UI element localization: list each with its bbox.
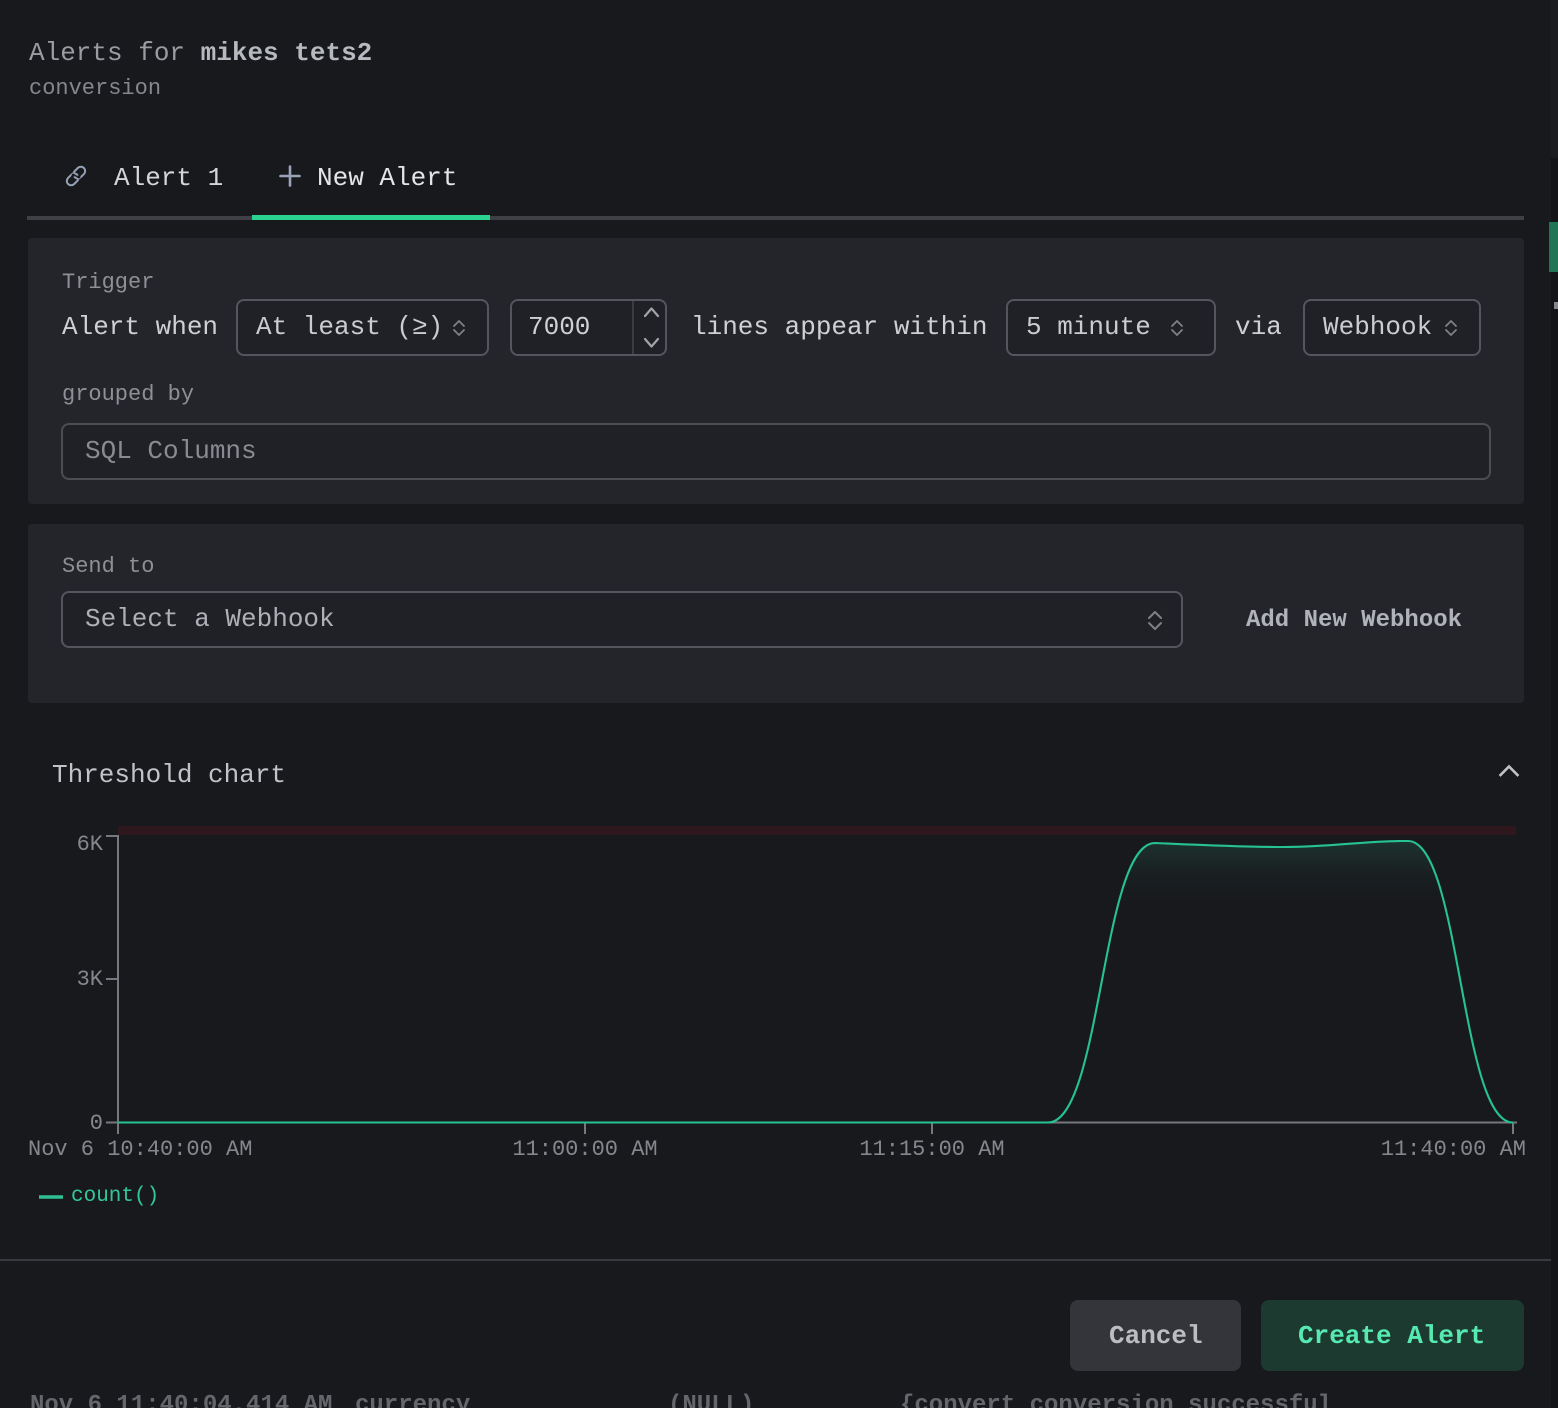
svg-text:Nov 6 10:40:00 AM: Nov 6 10:40:00 AM bbox=[28, 1137, 252, 1162]
svg-text:11:40:00 AM: 11:40:00 AM bbox=[1381, 1137, 1526, 1162]
svg-text:3K: 3K bbox=[77, 967, 104, 992]
svg-text:0: 0 bbox=[90, 1111, 103, 1136]
svg-text:11:15:00 AM: 11:15:00 AM bbox=[859, 1137, 1004, 1162]
svg-text:6K: 6K bbox=[77, 832, 104, 857]
svg-text:11:00:00 AM: 11:00:00 AM bbox=[512, 1137, 657, 1162]
